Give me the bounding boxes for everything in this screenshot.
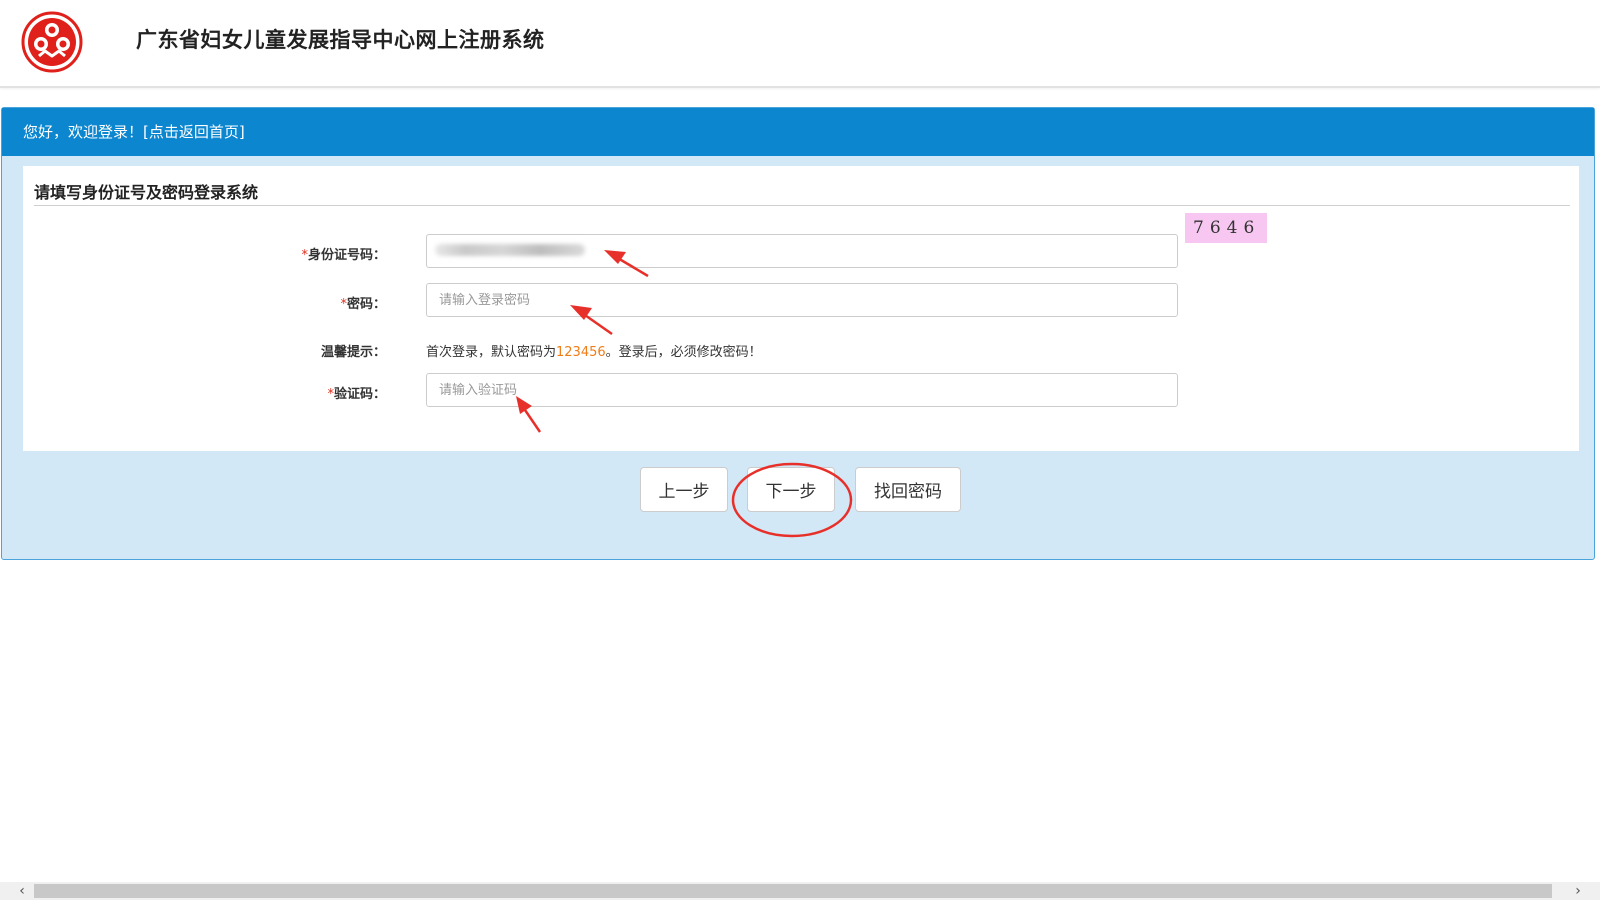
login-form: 请填写身份证号及密码登录系统 *身份证号码： *密码： 温馨提示： 首次登录，默… [23,166,1579,451]
default-password: 123456 [556,345,606,360]
blurred-id-value [435,244,585,256]
scrollbar-thumb[interactable] [34,884,1552,898]
form-title: 请填写身份证号及密码登录系统 [34,183,259,202]
hint-label: 温馨提示： [320,345,386,360]
scroll-right-arrow-icon[interactable]: › [1569,882,1587,900]
next-step-button[interactable]: 下一步 [747,467,835,512]
find-password-button[interactable]: 找回密码 [855,467,961,512]
hint-text: 首次登录，默认密码为123456。登录后，必须修改密码！ [426,345,762,360]
captcha-input[interactable] [426,373,1178,407]
womens-federation-logo-icon[interactable] [21,11,83,73]
horizontal-scrollbar[interactable]: ‹ › [0,882,1600,900]
password-input[interactable] [426,283,1178,317]
greeting-text: 您好，欢迎登录！ [23,123,144,141]
prev-step-button[interactable]: 上一步 [640,467,728,512]
site-title: 广东省妇女儿童发展指导中心网上注册系统 [136,28,545,52]
captcha-label: *验证码： [327,387,386,402]
captcha-image[interactable]: 7646 [1185,213,1267,243]
password-label: *密码： [340,297,386,312]
login-panel: 您好，欢迎登录！[点击返回首页] 请填写身份证号及密码登录系统 *身份证号码： … [1,107,1595,560]
site-header: 广东省妇女儿童发展指导中心网上注册系统 [0,0,1600,88]
form-divider [34,205,1570,206]
scroll-left-arrow-icon[interactable]: ‹ [13,882,31,900]
id-number-label: *身份证号码： [301,248,386,263]
home-link[interactable]: [点击返回首页] [143,123,245,141]
panel-header: 您好，欢迎登录！[点击返回首页] [2,108,1594,156]
